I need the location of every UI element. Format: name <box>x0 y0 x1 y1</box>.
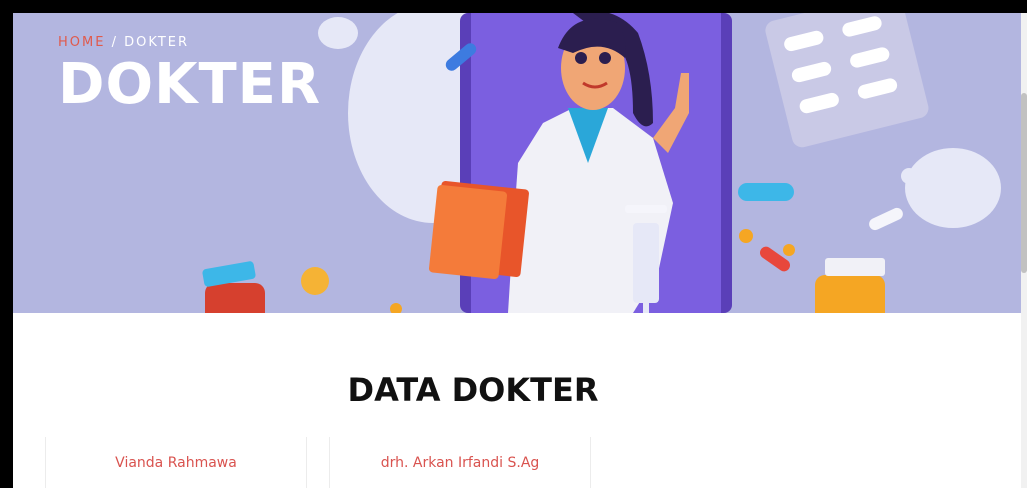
pill-icon <box>783 244 795 256</box>
section-heading-light: DATA <box>347 371 452 409</box>
section-heading-bold: DOKTER <box>451 371 599 409</box>
medicine-bottle-icon <box>815 258 885 313</box>
background-dot <box>901 168 917 184</box>
breadcrumb-separator: / <box>105 35 125 50</box>
breadcrumb: HOME / DOKTER <box>58 35 189 50</box>
breadcrumb-current: DOKTER <box>124 35 190 50</box>
page-scrollbar[interactable] <box>1021 13 1027 488</box>
doctor-name[interactable]: drh. Arkan Irfandi S.Ag <box>330 455 590 471</box>
doctor-card[interactable]: drh. Arkan Irfandi S.Ag <box>329 437 591 488</box>
page-title: DOKTER <box>58 52 322 117</box>
pill-icon <box>301 267 329 295</box>
window-frame-left <box>0 0 13 488</box>
doctor-card[interactable]: Vianda Rahmawa <box>45 437 307 488</box>
scrollbar-thumb[interactable] <box>1021 93 1027 273</box>
doctor-name[interactable]: Vianda Rahmawa <box>46 455 306 471</box>
capsule-icon <box>738 183 794 201</box>
window-frame-top <box>0 0 1027 13</box>
pill-icon <box>739 229 753 243</box>
breadcrumb-home-link[interactable]: HOME <box>58 35 105 50</box>
pill-icon <box>869 207 903 231</box>
pill-icon <box>318 17 358 49</box>
blister-pack-icon <box>765 13 929 148</box>
clipboard-icon <box>428 181 529 280</box>
medicine-bottle-icon <box>202 261 265 313</box>
pill-icon <box>390 303 402 313</box>
main-content: DATA DOKTER Vianda Rahmawa drh. Arkan Ir… <box>13 313 1021 488</box>
hero-banner: HOME / DOKTER DOKTER <box>13 13 1021 313</box>
section-heading: DATA DOKTER <box>13 371 933 409</box>
background-blob <box>905 148 1001 228</box>
